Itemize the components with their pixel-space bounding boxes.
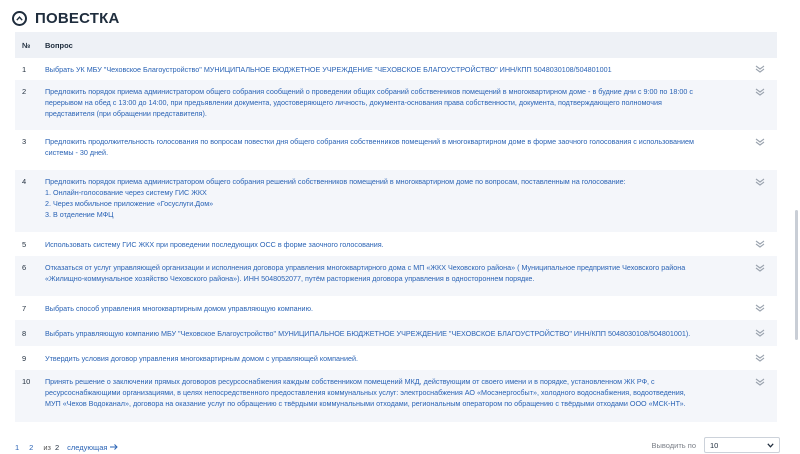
column-header-question: Вопрос	[45, 40, 73, 50]
page-link-1[interactable]: 1	[15, 443, 19, 452]
question-line: Предложить порядок приема администраторо…	[45, 87, 693, 96]
row-number: 10	[22, 377, 31, 386]
table-row[interactable]: 1 Выбрать УК МБУ "Чеховское Благоустройст…	[15, 58, 777, 80]
row-question: Утвердить условия договор управления мно…	[45, 353, 735, 364]
row-number: 7	[22, 304, 27, 313]
table-row[interactable]: 7 Выбрать способ управления многоквартирн…	[15, 296, 777, 320]
table-row[interactable]: 6 Отказаться от услуг управляющей организ…	[15, 256, 777, 296]
expand-row-icon[interactable]	[755, 178, 765, 186]
row-question: Использовать систему ГИС ЖКХ при проведе…	[45, 239, 735, 250]
expand-row-icon[interactable]	[755, 378, 765, 386]
row-number: 9	[22, 354, 27, 363]
question-line: представителя (при обращении представите…	[45, 109, 207, 118]
row-number: 4	[22, 177, 27, 186]
expand-row-icon[interactable]	[755, 304, 765, 312]
table-row[interactable]: 8 Выбрать управляющую компанию МБУ "Чехов…	[15, 320, 777, 346]
page-link-2[interactable]: 2	[29, 443, 33, 452]
row-number: 3	[22, 137, 27, 146]
row-number: 5	[22, 240, 27, 249]
row-question: Предложить порядок приема администраторо…	[45, 176, 735, 220]
question-line: Принять решение о заключении прямых дого…	[45, 377, 655, 386]
agenda-table: № Вопрос 1 Выбрать УК МБУ "Чеховское Благ…	[15, 32, 777, 422]
column-header-number: №	[22, 40, 31, 50]
table-row[interactable]: 2 Предложить порядок приема администратор…	[15, 80, 777, 130]
question-line: Выбрать УК МБУ "Чеховское Благоустройств…	[45, 65, 612, 74]
expand-row-icon[interactable]	[755, 88, 765, 96]
expand-row-icon[interactable]	[755, 264, 765, 272]
row-number: 2	[22, 87, 27, 96]
question-line: МУП «Чехов Водоканал», договора на оказа…	[45, 399, 686, 408]
question-line: 2. Через мобильное приложение «Госуслуги…	[45, 199, 214, 208]
row-number: 8	[22, 329, 27, 338]
table-row[interactable]: 5 Использовать систему ГИС ЖКХ при провед…	[15, 232, 777, 256]
section-header: ПОВЕСТКА	[12, 7, 120, 29]
pagination: 1 2 из 2 следующая	[15, 440, 119, 454]
row-question: Отказаться от услуг управляющей организа…	[45, 262, 735, 284]
section-title: ПОВЕСТКА	[35, 9, 120, 27]
scrollbar-thumb[interactable]	[795, 210, 798, 340]
row-question: Предложить продолжительность голосования…	[45, 136, 735, 158]
table-row[interactable]: 10 Принять решение о заключении прямых до…	[15, 370, 777, 422]
question-line: Утвердить условия договор управления мно…	[45, 354, 358, 363]
expand-row-icon[interactable]	[755, 329, 765, 337]
question-line: Отказаться от услуг управляющей организа…	[45, 263, 686, 272]
chevron-up-circle-icon[interactable]	[12, 10, 27, 26]
page-total: 2	[54, 442, 60, 452]
arrow-right-icon	[110, 444, 119, 450]
row-number: 6	[22, 263, 27, 272]
row-question: Предложить порядок приема администраторо…	[45, 86, 735, 119]
question-line: Выбрать управляющую компанию МБУ "Чеховс…	[45, 329, 691, 338]
table-row[interactable]: 4 Предложить порядок приема администратор…	[15, 170, 777, 232]
row-question: Выбрать способ управления многоквартирны…	[45, 303, 735, 314]
row-number: 1	[22, 65, 27, 74]
table-row[interactable]: 3 Предложить продолжительность голосовани…	[15, 130, 777, 170]
question-line: системы - 30 дней.	[45, 148, 109, 157]
table-header: № Вопрос	[15, 32, 777, 58]
table-row[interactable]: 9 Утвердить условия договор управления мн…	[15, 346, 777, 370]
next-page-button[interactable]: следующая	[67, 442, 119, 452]
row-question: Выбрать управляющую компанию МБУ "Чеховс…	[45, 328, 735, 339]
question-line: перерывом на обед с 13:00 до 14:00, при …	[45, 98, 662, 107]
question-line: «Жилищно-коммунальное хозяйство Чеховско…	[45, 274, 535, 283]
page-of-label: из	[43, 442, 51, 452]
question-line: Использовать систему ГИС ЖКХ при проведе…	[45, 240, 384, 249]
expand-row-icon[interactable]	[755, 65, 765, 73]
per-page-value: 10	[710, 440, 719, 450]
row-question: Выбрать УК МБУ "Чеховское Благоустройств…	[45, 64, 735, 75]
expand-row-icon[interactable]	[755, 240, 765, 248]
per-page-label: Выводить по	[651, 440, 696, 450]
row-question: Принять решение о заключении прямых дого…	[45, 376, 735, 409]
expand-row-icon[interactable]	[755, 138, 765, 146]
question-line: Предложить порядок приема администраторо…	[45, 177, 626, 186]
question-line: 3. В отделение МФЦ	[45, 210, 114, 219]
expand-row-icon[interactable]	[755, 354, 765, 362]
next-page-label: следующая	[67, 442, 108, 452]
question-line: ресурсоснабжающими организациями, в целя…	[45, 388, 686, 397]
question-line: Выбрать способ управления многоквартирны…	[45, 304, 313, 313]
chevron-down-icon	[767, 442, 774, 448]
question-line: Предложить продолжительность голосования…	[45, 137, 694, 146]
question-line: 1. Онлайн-голосование через систему ГИС …	[45, 188, 207, 197]
